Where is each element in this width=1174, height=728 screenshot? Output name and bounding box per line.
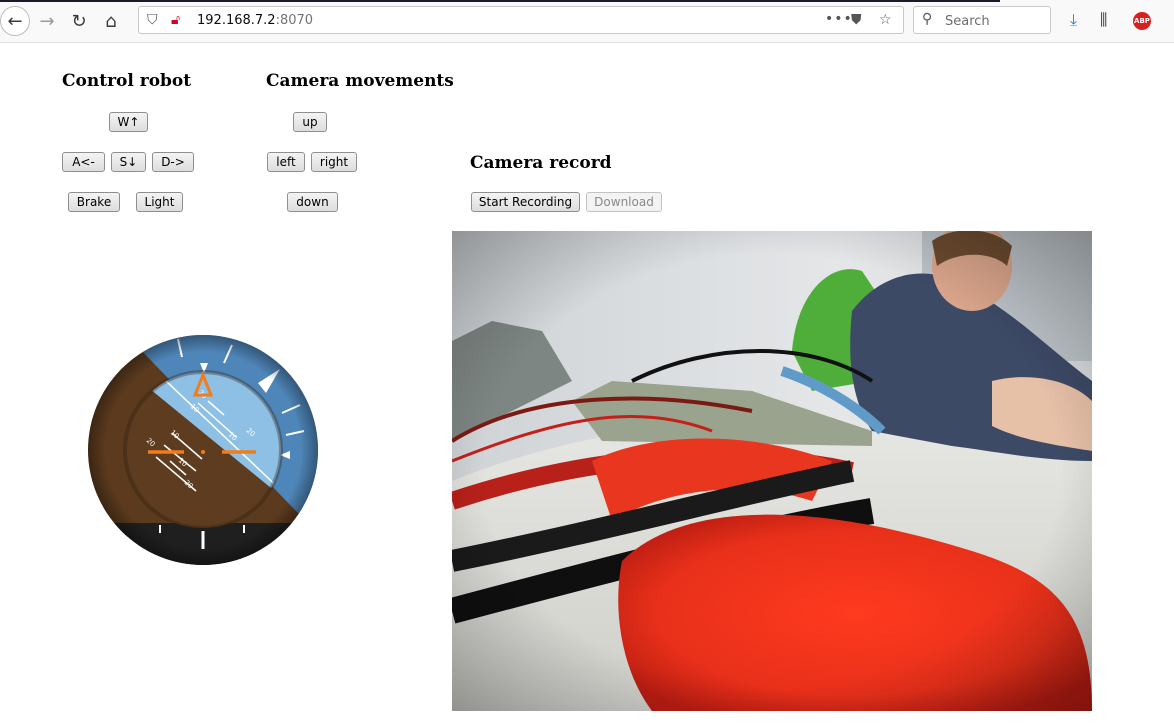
camera-down-button[interactable]: down bbox=[287, 192, 338, 212]
camera-left-button[interactable]: left bbox=[267, 152, 305, 172]
download-button: Download bbox=[586, 192, 662, 212]
reload-button[interactable]: ↻ bbox=[64, 6, 94, 36]
shield-icon[interactable]: ⛉ bbox=[147, 12, 158, 28]
search-box[interactable]: ⚲ Search bbox=[913, 6, 1051, 34]
tab-strip bbox=[0, 0, 1000, 2]
light-button[interactable]: Light bbox=[136, 192, 183, 212]
forward-arrow-icon: → bbox=[39, 10, 55, 32]
url-host: 192.168.7.2 bbox=[197, 13, 276, 28]
back-arrow-icon: ← bbox=[7, 10, 23, 32]
right-button[interactable]: D-> bbox=[152, 152, 194, 172]
downloads-icon[interactable]: ⤓ bbox=[1070, 10, 1077, 30]
center-dot bbox=[201, 450, 205, 454]
camera-movements-heading: Camera movements bbox=[266, 71, 454, 91]
browser-toolbar: ← → ↻ ⌂ ⛉ 🔓︎ 192.168.7.2:8070 ••• ⛊ ☆ ⚲ … bbox=[0, 0, 1174, 43]
search-icon: ⚲ bbox=[922, 11, 933, 27]
camera-record-heading: Camera record bbox=[470, 153, 612, 173]
camera-up-button[interactable]: up bbox=[293, 112, 327, 132]
search-placeholder: Search bbox=[945, 14, 990, 29]
back-button-robot[interactable]: S↓ bbox=[111, 152, 146, 172]
insecure-lock-icon[interactable]: 🔓︎ bbox=[171, 12, 180, 28]
control-robot-heading: Control robot bbox=[62, 71, 192, 91]
adblock-icon[interactable]: ABP bbox=[1133, 12, 1151, 30]
left-button[interactable]: A<- bbox=[62, 152, 105, 172]
address-bar[interactable]: ⛉ 🔓︎ 192.168.7.2:8070 ••• ⛊ ☆ bbox=[138, 6, 904, 34]
back-button[interactable]: ← bbox=[0, 6, 30, 36]
home-icon: ⌂ bbox=[105, 10, 117, 32]
forward-button[interactable]: → bbox=[32, 6, 62, 36]
reload-icon: ↻ bbox=[71, 10, 87, 32]
pocket-icon[interactable]: ⛊ bbox=[851, 12, 862, 28]
forward-button[interactable]: W↑ bbox=[109, 112, 148, 132]
camera-right-button[interactable]: right bbox=[311, 152, 357, 172]
url-port: :8070 bbox=[275, 13, 314, 28]
library-icon[interactable]: ⫼ bbox=[1100, 10, 1107, 30]
start-recording-button[interactable]: Start Recording bbox=[471, 192, 580, 212]
page-actions-icon[interactable]: ••• bbox=[825, 11, 853, 27]
home-button[interactable]: ⌂ bbox=[96, 6, 126, 36]
adblock-label: ABP bbox=[1134, 17, 1150, 25]
camera-vignette bbox=[452, 231, 1092, 711]
attitude-indicator: 20 10 10 20 10 20 20 10 bbox=[88, 335, 318, 565]
camera-feed bbox=[452, 231, 1092, 711]
url-text[interactable]: 192.168.7.2:8070 bbox=[197, 13, 313, 28]
brake-button[interactable]: Brake bbox=[68, 192, 120, 212]
bookmark-star-icon[interactable]: ☆ bbox=[879, 12, 892, 28]
